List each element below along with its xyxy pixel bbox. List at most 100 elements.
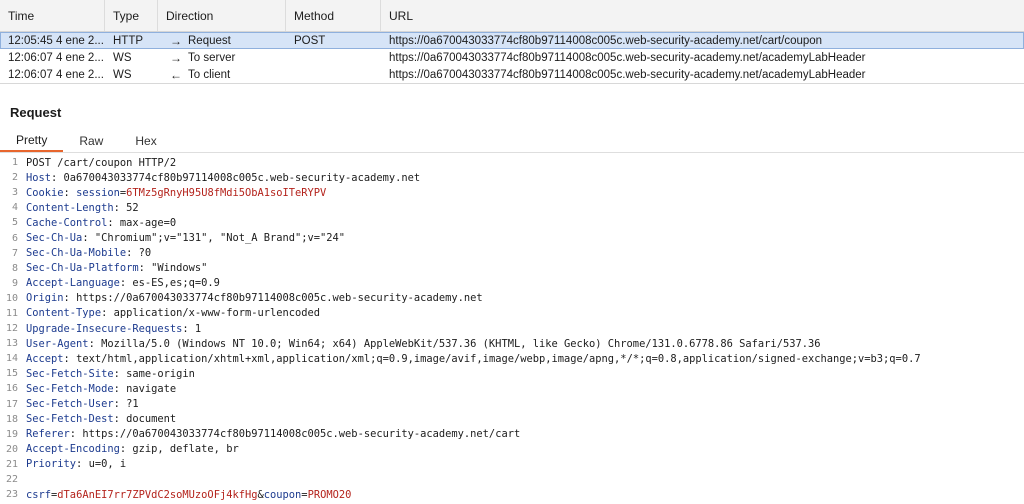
code-line: 4 Content-Length: 52 (0, 200, 1024, 215)
history-rows: 12:05:45 4 ene 2... HTTP → Request POST https… (0, 32, 1024, 83)
header-name: Accept (26, 352, 64, 365)
header-value: application/x-www-form-urlencoded (113, 307, 321, 320)
line-number: 22 (0, 474, 22, 486)
code-line: 13 User-Agent: Mozilla/5.0 (Windows NT 10… (0, 336, 1024, 351)
header-name: Accept-Language (26, 277, 120, 290)
code-line: 14 Accept: text/html,application/xhtml+xm… (0, 351, 1024, 366)
line-number: 2 (0, 172, 22, 184)
line-number: 13 (0, 338, 22, 350)
line-content: Cache-Control: max-age=0 (26, 216, 177, 229)
line-content: Host: 0a670043033774cf80b97114008c005c.w… (26, 171, 421, 184)
line-number: 1 (0, 157, 22, 169)
line-content: User-Agent: Mozilla/5.0 (Windows NT 10.0… (26, 337, 821, 350)
header-name: Sec-Fetch-Site (26, 367, 114, 380)
code-line: 22 (0, 472, 1024, 487)
row-direction: ← To client (158, 66, 286, 83)
direction-arrow-icon: ← (170, 67, 182, 82)
header-value: max-age=0 (119, 216, 177, 229)
column-header-type[interactable]: Type (105, 0, 158, 31)
row-type: HTTP (113, 34, 144, 47)
header-value: https://0a670043033774cf80b97114008c005c… (82, 428, 521, 441)
line-number: 21 (0, 458, 22, 470)
header-value: Mozilla/5.0 (Windows NT 10.0; Win64; x64… (101, 337, 821, 350)
row-url: https://0a670043033774cf80b97114008c005c… (389, 34, 823, 47)
line-content: Sec-Ch-Ua-Mobile: ?0 (26, 247, 152, 260)
history-row[interactable]: 12:06:07 4 ene 2... WS ← To client https://0… (0, 66, 1024, 83)
line-content: Sec-Fetch-User: ?1 (26, 398, 139, 411)
header-name: Referer (26, 428, 70, 441)
line-content: Accept: text/html,application/xhtml+xml,… (26, 352, 921, 365)
request-editor[interactable]: 1 POST /cart/coupon HTTP/2 2 Host: 0a670043… (0, 155, 1024, 504)
code-line: 19 Referer: https://0a670043033774cf80b97… (0, 427, 1024, 442)
line-content: Cookie: session=6TMz5gRnyH95U8fMdi5ObA1s… (26, 186, 327, 199)
line-content: Upgrade-Insecure-Requests: 1 (26, 322, 202, 335)
cookie-value: 6TMz5gRnyH95U8fMdi5ObA1soITeRYPV (126, 186, 327, 199)
tab-pretty[interactable]: Pretty (0, 130, 64, 152)
line-number: 18 (0, 413, 22, 425)
body-param-value: PROMO20 (307, 488, 352, 501)
code-line: 21 Priority: u=0, i (0, 457, 1024, 472)
header-value: 52 (126, 201, 139, 214)
line-content: Accept-Language: es-ES,es;q=0.9 (26, 277, 220, 290)
body-param-value: dTa6AnEI7rr7ZPVdC2soMUzoOFj4kfHg (57, 488, 258, 501)
row-method (286, 66, 381, 83)
line-number: 4 (0, 202, 22, 214)
code-line: 16 Sec-Fetch-Mode: navigate (0, 381, 1024, 396)
header-name: Upgrade-Insecure-Requests (26, 322, 183, 335)
code-line: 5 Cache-Control: max-age=0 (0, 215, 1024, 230)
line-number: 5 (0, 217, 22, 229)
row-direction: → Request (158, 32, 286, 49)
header-name: Host (26, 171, 52, 184)
code-line: 9 Accept-Language: es-ES,es;q=0.9 (0, 276, 1024, 291)
line-number: 10 (0, 292, 22, 304)
header-value: same-origin (126, 367, 195, 380)
line-content: Sec-Fetch-Site: same-origin (26, 367, 195, 380)
line-content: Sec-Fetch-Dest: document (26, 413, 177, 426)
header-value: text/html,application/xhtml+xml,applicat… (76, 352, 921, 365)
header-name: Sec-Fetch-User (26, 398, 114, 411)
tab-raw[interactable]: Raw (63, 130, 119, 152)
line-number: 17 (0, 398, 22, 410)
row-direction-label: Request (188, 34, 231, 47)
header-name: Cookie (26, 186, 64, 199)
row-direction-label: To client (188, 68, 231, 81)
header-name: Sec-Fetch-Dest (26, 413, 114, 426)
column-header-method[interactable]: Method (286, 0, 381, 31)
body-param-name: csrf (26, 488, 52, 501)
line-content: Content-Length: 52 (26, 201, 139, 214)
cookie-name: session (76, 186, 120, 199)
line-content: Sec-Ch-Ua: "Chromium";v="131", "Not_A Br… (26, 232, 346, 245)
row-time: 12:06:07 4 ene 2... (8, 68, 104, 81)
history-table: Time Type Direction Method URL 12:05:45 … (0, 0, 1024, 84)
column-header-url[interactable]: URL (381, 0, 1024, 31)
column-header-direction[interactable]: Direction (158, 0, 286, 31)
line-number: 3 (0, 187, 22, 199)
tab-hex[interactable]: Hex (119, 130, 172, 152)
line-number: 19 (0, 428, 22, 440)
code-line: 15 Sec-Fetch-Site: same-origin (0, 366, 1024, 381)
line-number: 12 (0, 323, 22, 335)
code-line: 7 Sec-Ch-Ua-Mobile: ?0 (0, 246, 1024, 261)
history-table-header: Time Type Direction Method URL (0, 0, 1024, 32)
row-method (286, 49, 381, 66)
line-content: csrf=dTa6AnEI7rr7ZPVdC2soMUzoOFj4kfHg&co… (26, 488, 352, 501)
header-value: 0a670043033774cf80b97114008c005c.web-sec… (63, 171, 421, 184)
header-name: Content-Type (26, 307, 102, 320)
line-content: POST /cart/coupon HTTP/2 (22, 157, 176, 169)
tab-divider (0, 152, 1024, 153)
code-line: 18 Sec-Fetch-Dest: document (0, 412, 1024, 427)
line-content: Origin: https://0a670043033774cf80b97114… (26, 292, 483, 305)
header-name: Sec-Ch-Ua-Mobile (26, 247, 127, 260)
line-number: 23 (0, 489, 22, 501)
code-line: 3 Cookie: session=6TMz5gRnyH95U8fMdi5ObA1… (0, 185, 1024, 200)
line-number: 14 (0, 353, 22, 365)
history-row[interactable]: 12:06:07 4 ene 2... WS → To server https://0… (0, 49, 1024, 66)
column-header-time[interactable]: Time (0, 0, 105, 31)
history-row[interactable]: 12:05:45 4 ene 2... HTTP → Request POST https… (0, 32, 1024, 49)
code-line: 11 Content-Type: application/x-www-form-u… (0, 306, 1024, 321)
line-content: Sec-Ch-Ua-Platform: "Windows" (26, 262, 208, 275)
code-line: 17 Sec-Fetch-User: ?1 (0, 397, 1024, 412)
line-number: 15 (0, 368, 22, 380)
header-value: gzip, deflate, br (132, 443, 239, 456)
header-value: https://0a670043033774cf80b97114008c005c… (76, 292, 483, 305)
